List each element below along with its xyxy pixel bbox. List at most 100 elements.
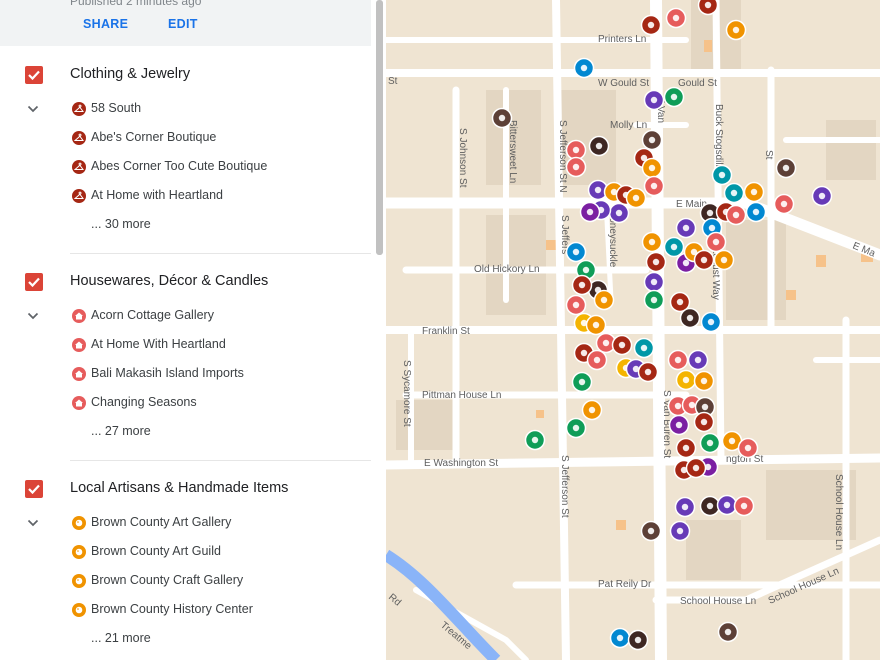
marker-glyph-icon (648, 238, 656, 246)
street-label: Pat Reily Dr (598, 579, 652, 590)
street-label: S Jefferson St N (557, 120, 568, 193)
marker-glyph-icon (706, 502, 714, 510)
list-item-label: Bali Makasih Island Imports (91, 366, 244, 380)
map-header: Published 2 minutes ago SHARE EDIT (0, 0, 371, 46)
palette-icon (72, 545, 86, 559)
marker-glyph-icon (615, 209, 623, 217)
layer-title: Clothing & Jewelry (70, 66, 191, 82)
section-divider (70, 460, 371, 461)
home-icon (72, 309, 86, 323)
marker-glyph-icon (586, 208, 594, 216)
marker-glyph-icon (752, 208, 760, 216)
layer-checkbox[interactable] (25, 66, 43, 84)
marker-glyph-icon (676, 298, 684, 306)
panel-scrollbar[interactable] (376, 0, 383, 255)
marker-glyph-icon (744, 444, 752, 452)
marker-glyph-icon (700, 418, 708, 426)
street-label: Rd (386, 592, 403, 609)
home-icon (72, 367, 86, 381)
layer-title: Local Artisans & Handmade Items (70, 480, 289, 496)
section-divider (70, 253, 371, 254)
more-items-link[interactable]: ... 27 more (91, 424, 151, 438)
chevron-down-icon[interactable] (25, 101, 41, 117)
marker-glyph-icon (648, 164, 656, 172)
more-items-link[interactable]: ... 21 more (91, 631, 151, 645)
marker-glyph-icon (580, 349, 588, 357)
list-item-label: Abes Corner Too Cute Boutique (91, 159, 268, 173)
marker-glyph-icon (632, 194, 640, 202)
list-item-label: At Home With Heartland (91, 337, 226, 351)
marker-glyph-icon (592, 321, 600, 329)
palette-icon (72, 516, 86, 530)
marker-glyph-icon (682, 259, 690, 267)
marker-glyph-icon (602, 339, 610, 347)
marker-glyph-icon (594, 186, 602, 194)
marker-glyph-icon (701, 403, 709, 411)
street-label: School House Ln (680, 596, 756, 607)
street-label: Old Hickory Ln (474, 264, 540, 275)
layer-title: Housewares, Décor & Candles (70, 273, 269, 289)
edit-button[interactable]: EDIT (168, 17, 198, 31)
marker-glyph-icon (644, 368, 652, 376)
marker-glyph-icon (732, 26, 740, 34)
chevron-down-icon[interactable] (25, 308, 41, 324)
marker-glyph-icon (652, 258, 660, 266)
marker-glyph-icon (618, 341, 626, 349)
marker-glyph-icon (707, 318, 715, 326)
marker-glyph-icon (728, 437, 736, 445)
marker-glyph-icon (595, 142, 603, 150)
marker-glyph-icon (650, 182, 658, 190)
street-label: S Johnson St (457, 128, 468, 188)
marker-glyph-icon (647, 21, 655, 29)
marker-glyph-icon (572, 146, 580, 154)
list-item-label: Changing Seasons (91, 395, 197, 409)
more-items-link[interactable]: ... 30 more (91, 217, 151, 231)
list-item-label: Brown County Art Guild (91, 544, 221, 558)
marker-glyph-icon (578, 378, 586, 386)
street-label: E Washington St (424, 458, 498, 469)
hanger-icon (72, 102, 86, 116)
marker-glyph-icon (578, 281, 586, 289)
marker-glyph-icon (750, 188, 758, 196)
marker-glyph-icon (634, 636, 642, 644)
marker-glyph-icon (670, 93, 678, 101)
marker-glyph-icon (682, 224, 690, 232)
marker-glyph-icon (706, 209, 714, 217)
published-status: Published 2 minutes ago (70, 0, 202, 8)
marker-glyph-icon (686, 314, 694, 322)
marker-glyph-icon (712, 238, 720, 246)
marker-glyph-icon (782, 164, 790, 172)
street-label: Bittersweet Ln (507, 120, 518, 183)
marker-glyph-icon (682, 376, 690, 384)
marker-glyph-icon (730, 189, 738, 197)
street-label: W Gould St (598, 78, 649, 89)
hanger-icon (72, 131, 86, 145)
layer-local-artisans: Local Artisans & Handmade Items Brown Co… (0, 460, 371, 660)
home-icon (72, 396, 86, 410)
chevron-down-icon[interactable] (25, 515, 41, 531)
marker-glyph-icon (572, 248, 580, 256)
list-item-label: Acorn Cottage Gallery (91, 308, 214, 322)
hanger-icon (72, 189, 86, 203)
hanger-icon (72, 160, 86, 174)
list-item-label: At Home with Heartland (91, 188, 224, 202)
marker-glyph-icon (572, 301, 580, 309)
marker-glyph-icon (675, 421, 683, 429)
share-button[interactable]: SHARE (83, 17, 128, 31)
marker-glyph-icon (531, 436, 539, 444)
marker-glyph-icon (700, 256, 708, 264)
marker-glyph-icon (672, 14, 680, 22)
list-item-label: Abe's Corner Boutique (91, 130, 217, 144)
marker-glyph-icon (718, 171, 726, 179)
map-canvas[interactable]: Printers Ln W Gould St Gould St St Molly… (386, 0, 880, 660)
marker-glyph-icon (650, 96, 658, 104)
list-item-label: Brown County Art Gallery (91, 515, 232, 529)
marker-glyph-icon (647, 527, 655, 535)
list-item-label: Brown County Craft Gallery (91, 573, 244, 587)
marker-glyph-icon (818, 192, 826, 200)
map-svg[interactable]: Printers Ln W Gould St Gould St St Molly… (386, 0, 880, 660)
marker-glyph-icon (572, 424, 580, 432)
layer-checkbox[interactable] (25, 273, 43, 291)
layer-checkbox[interactable] (25, 480, 43, 498)
palette-icon (72, 574, 86, 588)
